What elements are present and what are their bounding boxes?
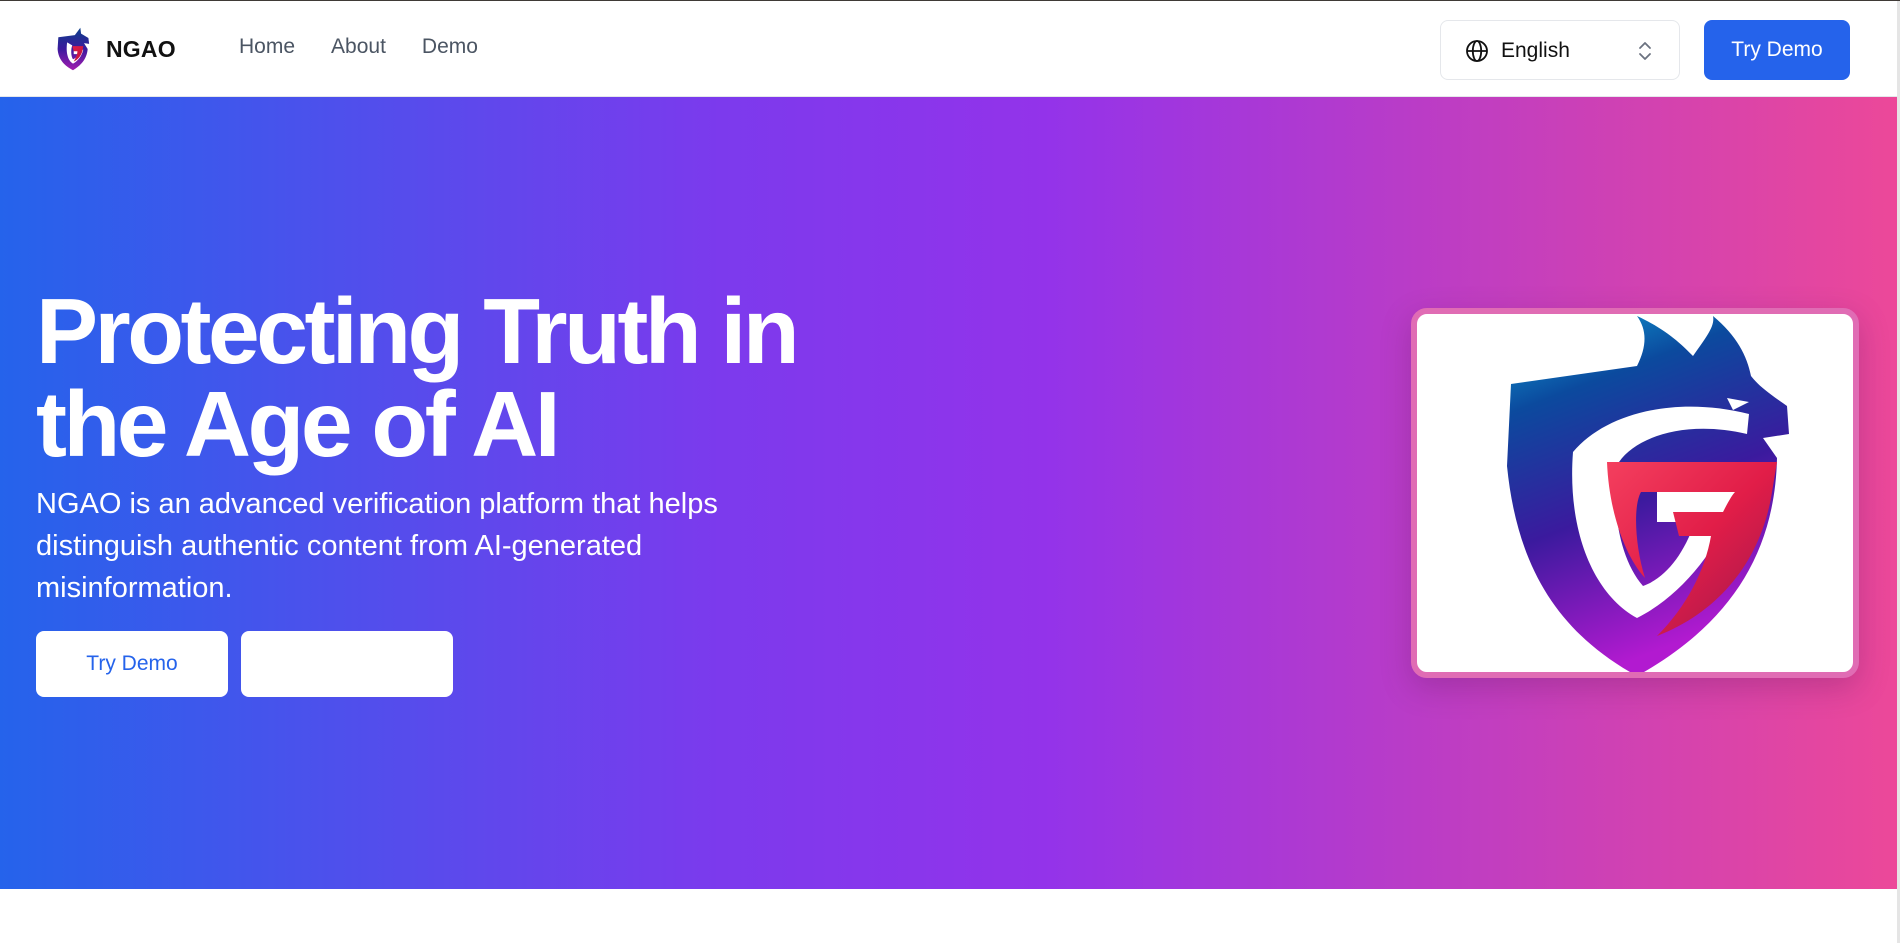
- secondary-hero-button[interactable]: [241, 631, 453, 697]
- nav-links: Home About Demo: [239, 35, 478, 59]
- hero-section: Protecting Truth in the Age of AI NGAO i…: [0, 97, 1897, 889]
- hero-title: Protecting Truth in the Age of AI: [36, 279, 800, 476]
- language-select[interactable]: English: [1440, 20, 1680, 80]
- ngao-shield-logo-icon: [1507, 316, 1789, 672]
- nav-link-home[interactable]: Home: [239, 35, 295, 59]
- brand[interactable]: NGAO: [54, 27, 176, 71]
- hero-buttons: Try Demo: [36, 631, 453, 697]
- brand-name: NGAO: [106, 35, 176, 62]
- navbar: NGAO Home About Demo English Try Demo: [0, 1, 1897, 97]
- ngao-logo-icon: [57, 27, 90, 71]
- chevron-up-down-icon: [1639, 42, 1651, 60]
- globe-icon: [1466, 40, 1488, 62]
- nav-link-about[interactable]: About: [331, 35, 386, 59]
- try-demo-nav-button[interactable]: Try Demo: [1704, 20, 1850, 80]
- hero-logo-card: [1411, 308, 1859, 678]
- language-label: English: [1501, 39, 1570, 62]
- hero-subtitle: NGAO is an advanced verification platfor…: [36, 488, 718, 604]
- try-demo-hero-button[interactable]: Try Demo: [36, 631, 228, 697]
- nav-link-demo[interactable]: Demo: [422, 35, 478, 59]
